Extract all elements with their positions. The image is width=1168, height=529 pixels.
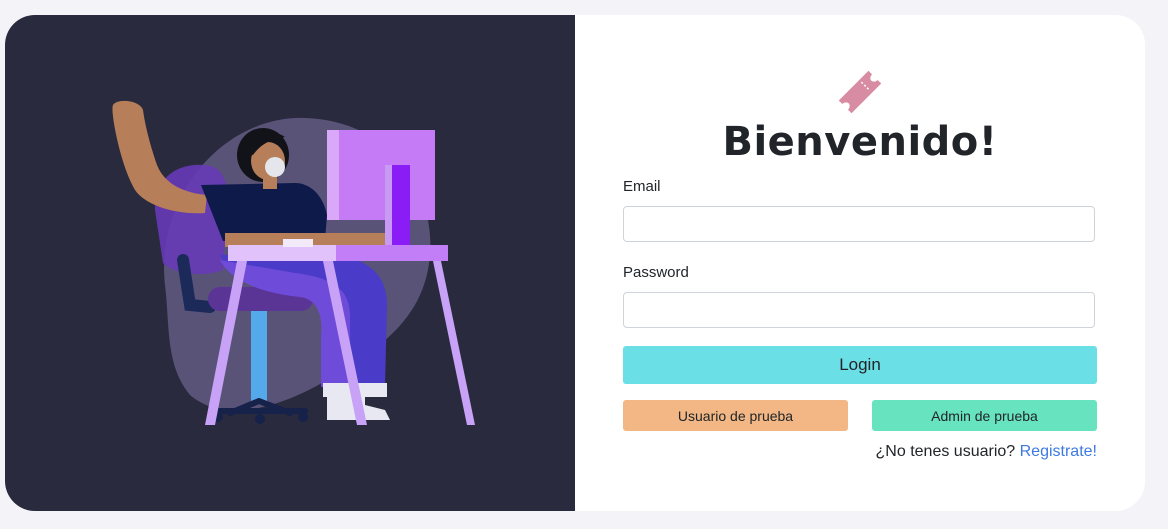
login-form-panel: Bienvenido! Email Password Login Usuario…: [575, 15, 1145, 511]
test-user-button[interactable]: Usuario de prueba: [623, 400, 848, 431]
register-prompt-line: ¿No tenes usuario? Registrate!: [876, 443, 1097, 461]
password-label: Password: [623, 264, 689, 281]
ticket-icon-shape: [838, 70, 882, 114]
chair-post-shape: [251, 311, 267, 401]
login-card: Bienvenido! Email Password Login Usuario…: [5, 15, 1145, 511]
email-label: Email: [623, 178, 661, 195]
email-field[interactable]: [623, 206, 1095, 242]
register-link[interactable]: Registrate!: [1020, 443, 1097, 460]
monitor-side-shape: [327, 130, 339, 220]
face-mask-shape: [265, 157, 285, 177]
password-field[interactable]: [623, 292, 1095, 328]
keyboard-shape: [283, 239, 313, 247]
illustration-panel: [5, 15, 575, 511]
torso-shape: [201, 183, 327, 241]
login-button[interactable]: Login: [623, 346, 1097, 384]
desk-leg-shape: [433, 261, 475, 425]
desk-top-front-shape: [228, 245, 336, 261]
chair-wheel: [298, 412, 308, 422]
test-admin-button[interactable]: Admin de prueba: [872, 400, 1097, 431]
neck-shape: [263, 177, 277, 189]
monitor-back-shape: [327, 130, 435, 220]
woman-at-computer-illustration: [112, 100, 475, 425]
ticket-icon: [838, 70, 882, 114]
chair-wheel: [255, 414, 265, 424]
welcome-title: Bienvenido!: [722, 119, 998, 165]
register-prompt-text: ¿No tenes usuario?: [875, 443, 1016, 460]
monitor-stand-side-shape: [385, 165, 392, 245]
